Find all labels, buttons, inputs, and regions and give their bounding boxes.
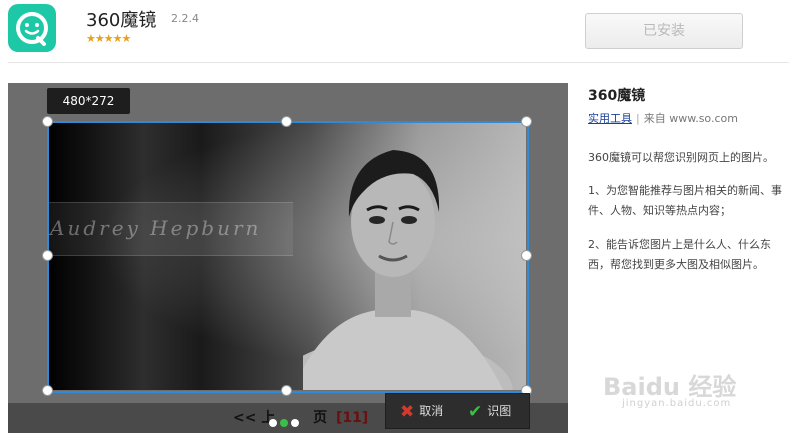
meta-separator: | <box>636 112 640 125</box>
resize-handle-right[interactable] <box>521 250 532 261</box>
carousel-dots <box>269 412 302 431</box>
resize-handle-top[interactable] <box>281 116 292 127</box>
resize-handle-bottom-left[interactable] <box>42 385 53 396</box>
info-title: 360魔镜 <box>588 88 646 104</box>
pager-count: [11] <box>335 410 369 426</box>
check-icon: ✔ <box>468 401 483 422</box>
app-name: 360魔镜 <box>86 10 157 31</box>
watermark-url: jingyan.baidu.com <box>622 398 732 409</box>
resize-handle-bottom[interactable] <box>281 385 292 396</box>
selection-frame[interactable] <box>47 121 529 393</box>
identify-image-button[interactable]: ✔ 识图 <box>468 394 511 428</box>
source-text: 来自 www.so.com <box>643 112 738 125</box>
app-header: 360魔镜 2.2.4 ★★★★★ 已安装 <box>0 0 789 62</box>
rating-stars: ★★★★★ <box>86 32 131 45</box>
app-logo-icon <box>8 4 56 52</box>
info-meta: 实用工具 | 来自 www.so.com <box>588 110 738 126</box>
resize-handle-left[interactable] <box>42 250 53 261</box>
resize-handle-top-left[interactable] <box>42 116 53 127</box>
info-feature-2: 2、能告诉您图片上是什么人、什么东西，帮您找到更多大图及相似图片。 <box>588 238 771 271</box>
pager-page-label: 页 <box>313 410 328 426</box>
installed-button[interactable]: 已安装 <box>585 13 743 49</box>
carousel-dot-active[interactable] <box>280 419 288 427</box>
selection-size-label: 480*272 <box>47 88 130 114</box>
close-icon: ✖ <box>400 401 415 422</box>
carousel-dot[interactable] <box>269 419 277 427</box>
carousel-dot[interactable] <box>291 419 299 427</box>
selection-action-box: ✖ 取消 ✔ 识图 <box>385 393 530 429</box>
info-feature-1: 1、为您智能推荐与图片相关的新闻、事件、人物、知识等热点内容； <box>588 184 782 217</box>
category-link[interactable]: 实用工具 <box>588 112 632 125</box>
resize-handle-top-right[interactable] <box>521 116 532 127</box>
app-info-panel: 360魔镜 实用工具 | 来自 www.so.com 360魔镜可以帮您识别网页上的… <box>588 85 788 271</box>
app-version: 2.2.4 <box>171 12 199 25</box>
cancel-button[interactable]: ✖ 取消 <box>400 394 443 428</box>
header-divider <box>8 62 789 63</box>
identify-label: 识图 <box>487 404 512 418</box>
info-description: 360魔镜可以帮您识别网页上的图片。 <box>588 151 774 164</box>
screenshot-preview: 480*272 Audrey Hepburn << 上 页 [11] ✖ 取消 … <box>8 83 568 433</box>
cancel-label: 取消 <box>419 404 444 418</box>
watermark-brand: Baidu 经验 <box>603 373 737 401</box>
